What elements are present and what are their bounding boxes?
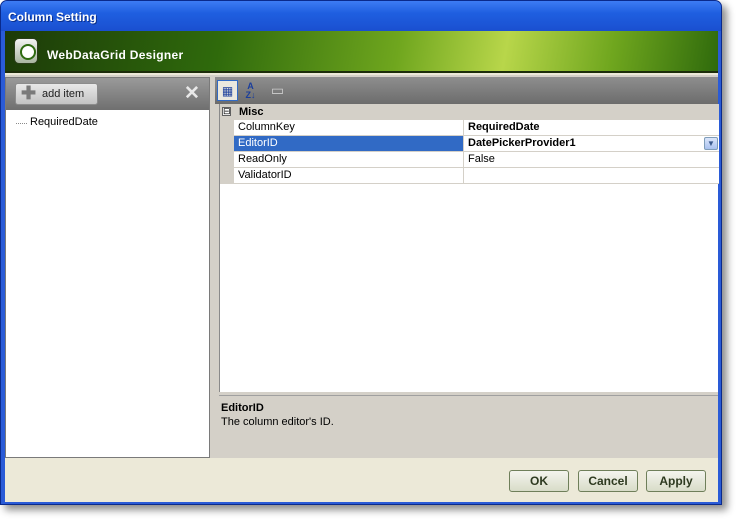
chevron-down-icon[interactable]: ▼ (704, 137, 718, 150)
dialog-client: WebDataGrid Designer ✚ add item ✕ Requir… (5, 31, 719, 502)
category-row-misc[interactable]: ⊟ Misc (220, 104, 719, 120)
property-name: ValidatorID (234, 168, 464, 184)
grid-designer-icon (14, 38, 38, 64)
property-pages-icon[interactable]: ▭ (267, 80, 288, 101)
row-margin (220, 120, 234, 136)
alphabetical-sort-icon[interactable]: A Z↓ (240, 80, 261, 101)
property-grid: ⊟ Misc ColumnKey RequiredDate EditorID D… (219, 104, 719, 392)
property-row-editorid[interactable]: EditorID DatePickerProvider1 ▼ (220, 136, 719, 152)
property-value[interactable]: False (464, 152, 719, 168)
add-item-label: add item (42, 88, 85, 100)
categorized-view-icon[interactable]: ▦ (217, 80, 238, 101)
description-panel: EditorID The column editor's ID. (219, 395, 718, 458)
column-tree: RequiredDate (14, 116, 98, 130)
column-list-toolbar: ✚ add item ✕ (6, 78, 209, 110)
collapse-icon[interactable]: ⊟ (222, 107, 231, 116)
apply-button[interactable]: Apply (646, 470, 706, 492)
property-row-columnkey[interactable]: ColumnKey RequiredDate (220, 120, 719, 136)
dialog-footer: OK Cancel Apply (5, 458, 718, 502)
add-item-button[interactable]: ✚ add item (15, 83, 98, 105)
description-title: EditorID (221, 402, 264, 414)
property-name-selected: EditorID (234, 136, 464, 152)
property-value-dropdown[interactable]: DatePickerProvider1 ▼ (464, 136, 719, 152)
description-text: The column editor's ID. (221, 416, 334, 428)
dialog-window: Column Setting WebDataGrid Designer ✚ ad… (0, 0, 722, 505)
property-value[interactable]: RequiredDate (464, 120, 719, 136)
dropdown-value: DatePickerProvider1 (468, 137, 576, 149)
body-area: ✚ add item ✕ RequiredDate ▦ A Z↓ ▭ ⊟ Mis… (5, 75, 719, 458)
banner-title: WebDataGrid Designer (47, 48, 184, 62)
row-margin (220, 152, 234, 168)
tree-item-required-date[interactable]: RequiredDate (14, 116, 98, 130)
cancel-button[interactable]: Cancel (578, 470, 638, 492)
category-label: Misc (239, 106, 264, 118)
property-row-readonly[interactable]: ReadOnly False (220, 152, 719, 168)
property-value[interactable] (464, 168, 719, 184)
property-grid-toolbar: ▦ A Z↓ ▭ (215, 77, 718, 104)
column-list-panel: ✚ add item ✕ RequiredDate (5, 77, 210, 458)
plus-icon: ✚ (21, 83, 37, 103)
row-margin (220, 168, 234, 184)
property-name: ReadOnly (234, 152, 464, 168)
property-name: ColumnKey (234, 120, 464, 136)
property-grid-panel: ▦ A Z↓ ▭ ⊟ Misc ColumnKey RequiredDate E… (215, 77, 719, 458)
window-title: Column Setting (8, 10, 97, 24)
remove-item-icon[interactable]: ✕ (184, 84, 200, 104)
ok-button[interactable]: OK (509, 470, 569, 492)
row-margin (220, 136, 234, 152)
designer-banner: WebDataGrid Designer (5, 31, 718, 73)
property-row-validatorid[interactable]: ValidatorID (220, 168, 719, 184)
title-bar[interactable]: Column Setting (1, 1, 721, 31)
